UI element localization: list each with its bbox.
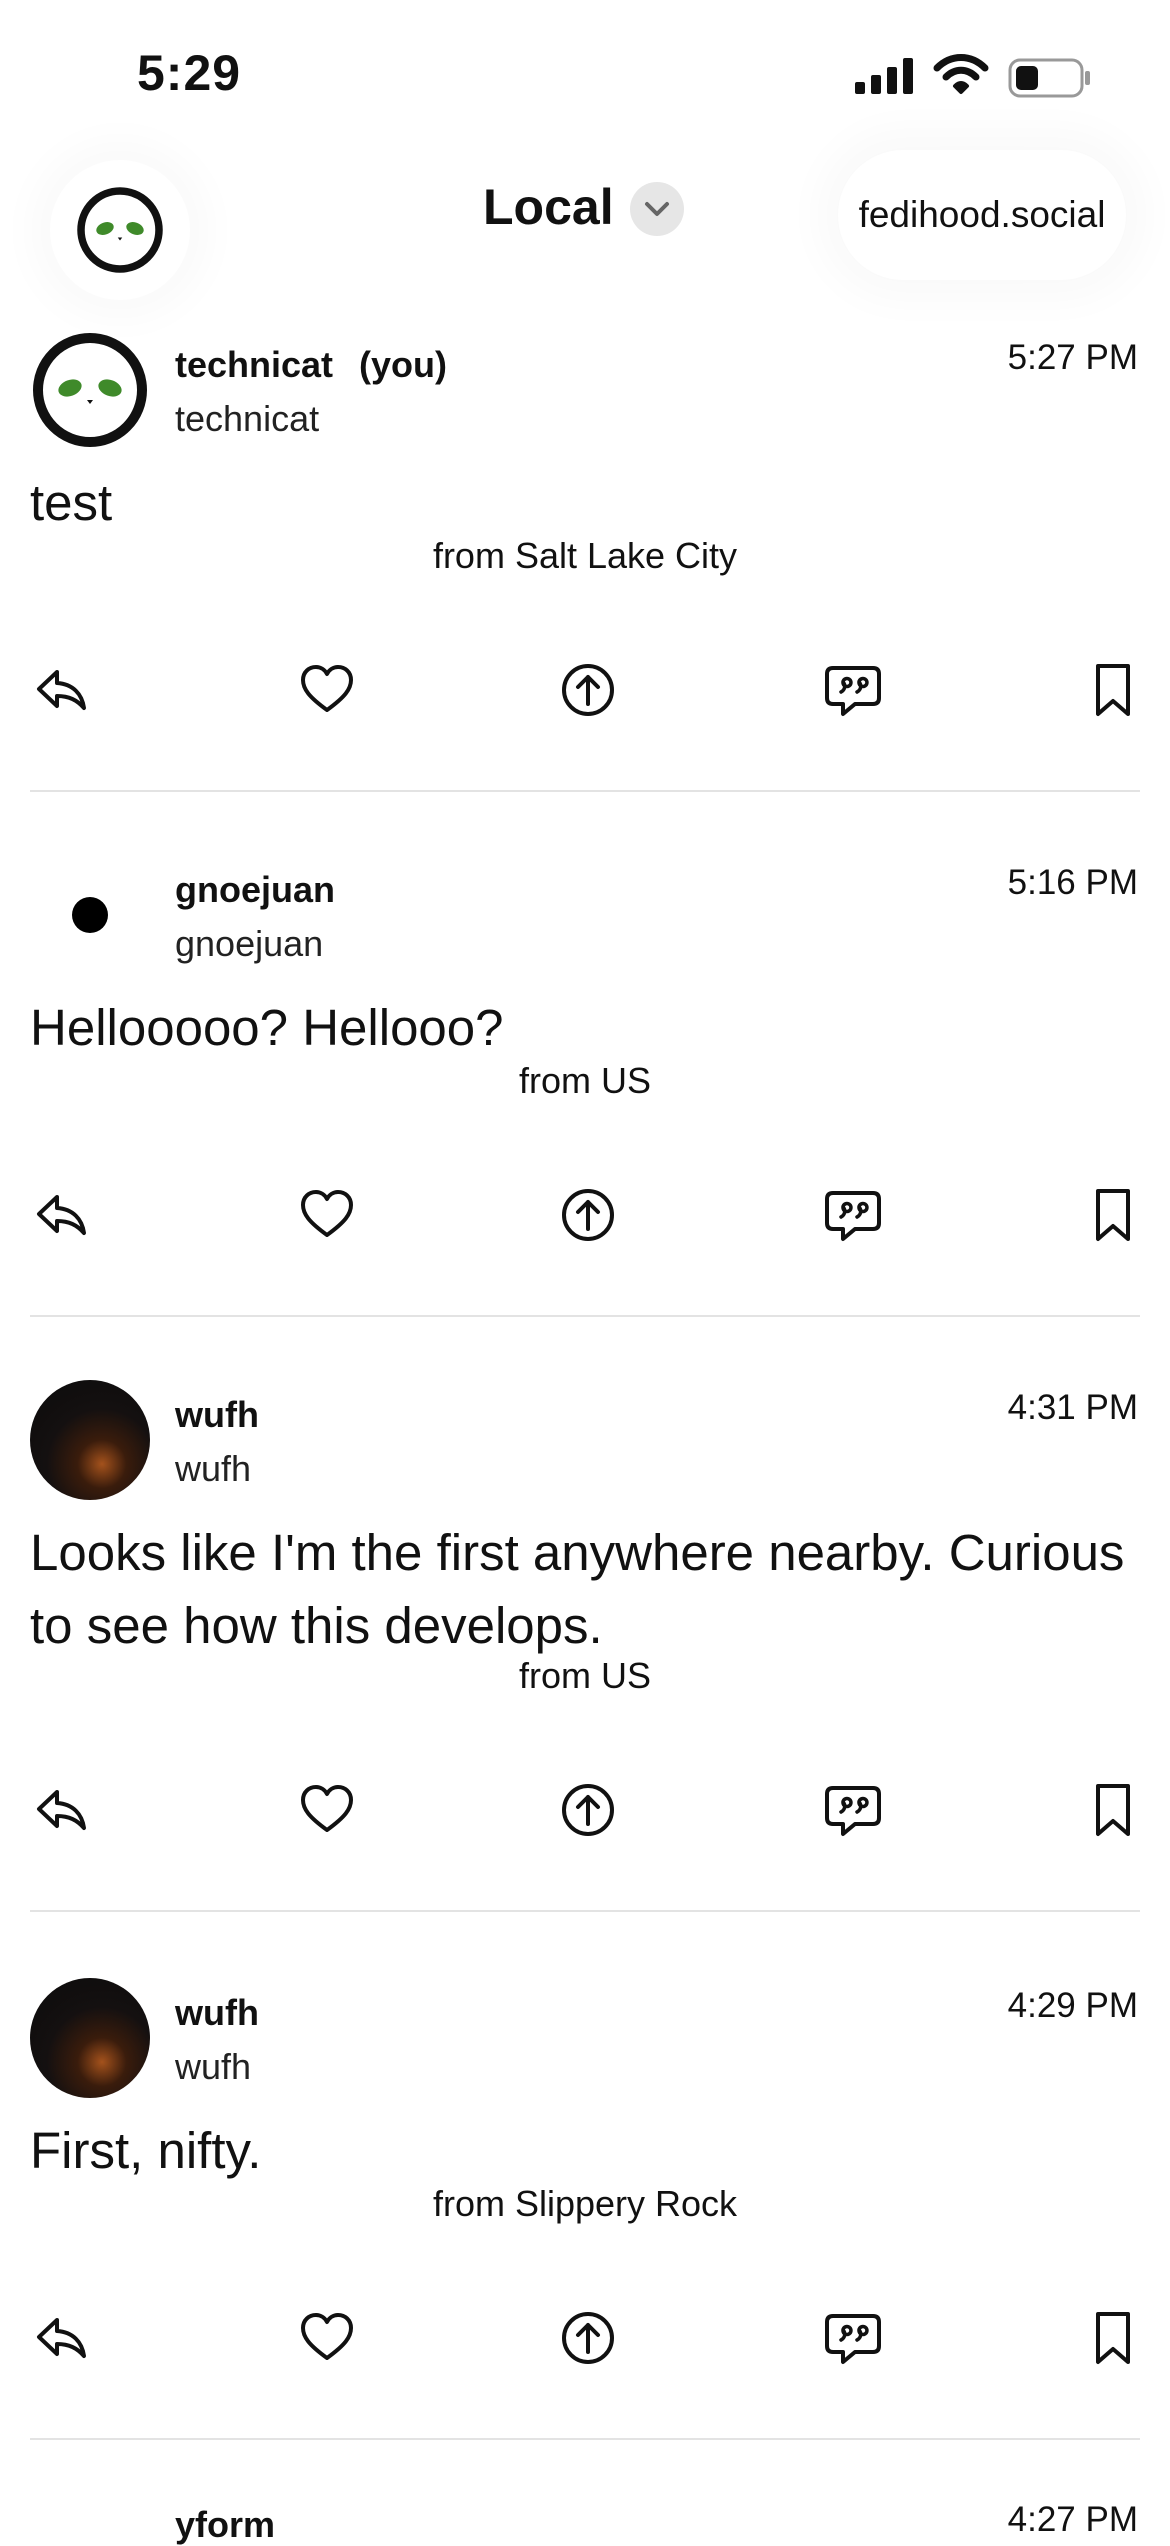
post-time: 4:31 PM bbox=[1007, 1388, 1138, 1427]
instance-button[interactable]: fedihood.social bbox=[838, 150, 1126, 280]
post-body: Looks like I'm the first anywhere nearby… bbox=[30, 1524, 1125, 1654]
quote-button[interactable] bbox=[818, 1775, 888, 1845]
bookmark-button[interactable] bbox=[1078, 655, 1148, 725]
header: Local fedihood.social bbox=[0, 140, 1170, 300]
boost-button[interactable] bbox=[553, 655, 623, 725]
feed-selector-button[interactable] bbox=[630, 182, 684, 236]
quote-icon bbox=[823, 1780, 883, 1840]
post-time: 4:27 PM bbox=[1007, 2500, 1138, 2539]
dot-avatar-icon bbox=[72, 897, 108, 933]
bookmark-icon bbox=[1083, 1780, 1143, 1840]
heart-icon bbox=[297, 2308, 357, 2368]
boost-button[interactable] bbox=[553, 1180, 623, 1250]
you-label: (you) bbox=[359, 344, 448, 385]
divider bbox=[30, 1910, 1140, 1912]
bookmark-icon bbox=[1083, 1185, 1143, 1245]
post-body: First, nifty. bbox=[30, 2122, 262, 2179]
quote-button[interactable] bbox=[818, 655, 888, 725]
divider bbox=[30, 2438, 1140, 2440]
reply-icon bbox=[31, 2308, 91, 2368]
feed-title[interactable]: Local bbox=[483, 178, 614, 236]
bookmark-button[interactable] bbox=[1078, 2303, 1148, 2373]
post-author-name[interactable]: wufh bbox=[175, 1394, 259, 1436]
boost-icon bbox=[558, 1185, 618, 1245]
like-button[interactable] bbox=[292, 655, 362, 725]
post-location: from US bbox=[518, 1655, 651, 1696]
post-location: from Slippery Rock bbox=[432, 2183, 738, 2224]
alien-avatar-icon bbox=[30, 330, 150, 450]
like-button[interactable] bbox=[292, 1180, 362, 1250]
cellular-signal-icon bbox=[855, 58, 913, 94]
reply-icon bbox=[31, 1185, 91, 1245]
post-location: from US bbox=[518, 1060, 651, 1101]
boost-icon bbox=[558, 1780, 618, 1840]
post-author-name[interactable]: gnoejuan bbox=[175, 869, 335, 911]
avatar[interactable] bbox=[30, 855, 150, 975]
heart-icon bbox=[297, 1780, 357, 1840]
reply-button[interactable] bbox=[26, 2303, 96, 2373]
heart-icon bbox=[297, 660, 357, 720]
battery-icon bbox=[1008, 58, 1090, 98]
boost-icon bbox=[558, 2308, 618, 2368]
boost-button[interactable] bbox=[553, 2303, 623, 2373]
reply-button[interactable] bbox=[26, 1775, 96, 1845]
avatar[interactable] bbox=[30, 1380, 150, 1500]
bookmark-icon bbox=[1083, 660, 1143, 720]
quote-icon bbox=[823, 660, 883, 720]
status-time: 5:29 bbox=[137, 45, 242, 101]
post-author-name[interactable]: technicat (you) bbox=[175, 344, 447, 386]
avatar[interactable] bbox=[30, 1978, 150, 2098]
quote-button[interactable] bbox=[818, 1180, 888, 1250]
wifi-icon bbox=[933, 54, 989, 94]
post-handle[interactable]: gnoejuan bbox=[175, 923, 323, 965]
post-handle[interactable]: wufh bbox=[175, 2046, 251, 2088]
post-author-name[interactable]: wufh bbox=[175, 1992, 259, 2034]
post-location: from Salt Lake City bbox=[432, 535, 738, 576]
status-bar: 5:29 bbox=[0, 0, 1170, 150]
avatar[interactable] bbox=[30, 330, 150, 450]
post-body: test bbox=[30, 474, 113, 531]
heart-icon bbox=[297, 1185, 357, 1245]
boost-icon bbox=[558, 660, 618, 720]
post-handle[interactable]: technicat bbox=[175, 398, 319, 440]
boost-button[interactable] bbox=[553, 1775, 623, 1845]
quote-button[interactable] bbox=[818, 2303, 888, 2373]
reply-icon bbox=[31, 660, 91, 720]
like-button[interactable] bbox=[292, 2303, 362, 2373]
reply-button[interactable] bbox=[26, 655, 96, 725]
post-time: 5:16 PM bbox=[1007, 863, 1138, 902]
post-time: 4:29 PM bbox=[1007, 1986, 1138, 2025]
post-actions bbox=[0, 655, 1170, 725]
post-actions bbox=[0, 1775, 1170, 1845]
quote-icon bbox=[823, 2308, 883, 2368]
post-body: Hellooooo? Hellooo? bbox=[30, 999, 504, 1056]
post-handle[interactable]: wufh bbox=[175, 1448, 251, 1490]
divider bbox=[30, 1315, 1140, 1317]
like-button[interactable] bbox=[292, 1775, 362, 1845]
reply-button[interactable] bbox=[26, 1180, 96, 1250]
chevron-down-icon bbox=[645, 202, 669, 216]
reply-icon bbox=[31, 1780, 91, 1840]
display-name: technicat bbox=[175, 344, 334, 385]
profile-avatar-button[interactable] bbox=[50, 160, 190, 300]
divider bbox=[30, 790, 1140, 792]
bookmark-icon bbox=[1083, 2308, 1143, 2368]
post-actions bbox=[0, 2303, 1170, 2373]
bookmark-button[interactable] bbox=[1078, 1775, 1148, 1845]
alien-avatar-icon bbox=[75, 185, 165, 275]
bookmark-button[interactable] bbox=[1078, 1180, 1148, 1250]
post-actions bbox=[0, 1180, 1170, 1250]
post-time: 5:27 PM bbox=[1007, 338, 1138, 377]
post-author-name[interactable]: yform bbox=[175, 2504, 275, 2546]
quote-icon bbox=[823, 1185, 883, 1245]
